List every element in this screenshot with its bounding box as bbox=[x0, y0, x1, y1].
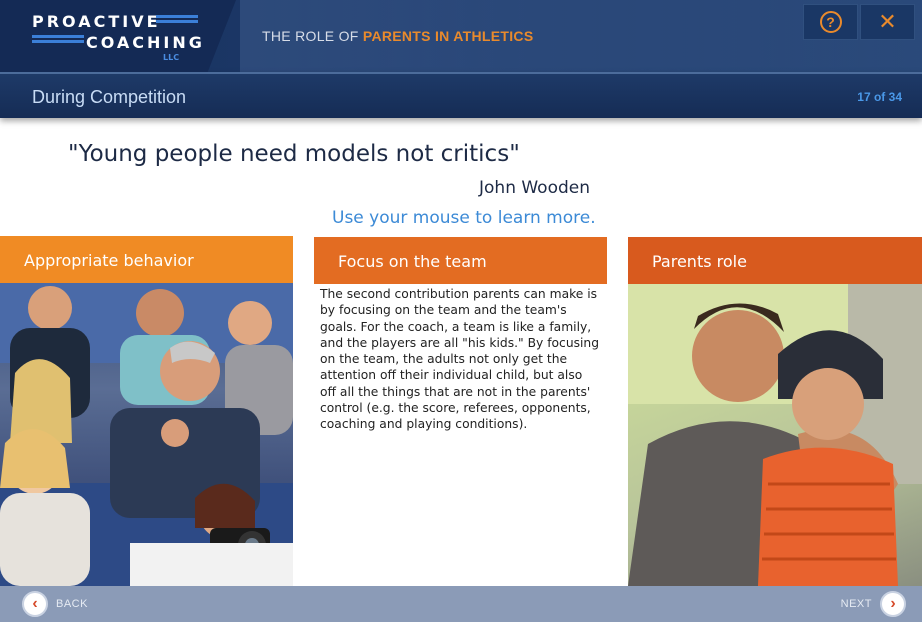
logo-text-proactive: PROACTIVE bbox=[32, 12, 161, 31]
logo-stripes-icon bbox=[32, 35, 84, 45]
section-bar: During Competition 17 of 34 bbox=[0, 72, 922, 118]
quote-text: "Young people need models not critics" bbox=[68, 141, 520, 167]
instruction-text: Use your mouse to learn more. bbox=[332, 208, 596, 228]
help-icon: ? bbox=[819, 11, 842, 33]
focus-on-team-panel: The second contribution parents can make… bbox=[314, 284, 607, 586]
help-button[interactable]: ? bbox=[803, 4, 858, 40]
father-son-illustration bbox=[628, 284, 922, 586]
course-title-accent: PARENTS IN ATHLETICS bbox=[362, 28, 534, 44]
next-label: NEXT bbox=[840, 598, 872, 610]
tab-appropriate-behavior[interactable]: Appropriate behavior bbox=[0, 236, 293, 284]
focus-on-team-text: The second contribution parents can make… bbox=[320, 287, 600, 432]
logo-text-llc: LLC bbox=[163, 53, 180, 62]
tab-focus-on-the-team[interactable]: Focus on the team bbox=[314, 237, 607, 285]
logo-text-coaching: COACHING bbox=[86, 33, 205, 52]
close-icon: ✕ bbox=[878, 9, 897, 34]
top-header: PROACTIVE COACHING LLC THE ROLE OF PAREN… bbox=[0, 0, 922, 72]
cheering-crowd-photo[interactable] bbox=[0, 283, 293, 586]
logo-stripes-icon bbox=[156, 15, 198, 25]
father-and-son-photo[interactable] bbox=[628, 284, 922, 586]
logo: PROACTIVE COACHING LLC bbox=[0, 0, 236, 72]
tab-parents-role[interactable]: Parents role bbox=[628, 237, 922, 285]
back-label: BACK bbox=[56, 598, 88, 610]
course-title-prefix: THE ROLE OF bbox=[262, 28, 363, 44]
chevron-left-icon: ‹ bbox=[22, 591, 48, 617]
back-button[interactable]: ‹ BACK bbox=[22, 590, 88, 618]
crowd-illustration bbox=[0, 283, 293, 586]
quote-author: John Wooden bbox=[479, 178, 591, 198]
close-button[interactable]: ✕ bbox=[860, 4, 915, 40]
chevron-right-icon: › bbox=[880, 591, 906, 617]
next-button[interactable]: NEXT › bbox=[841, 590, 906, 618]
section-title: During Competition bbox=[32, 87, 187, 107]
footer-nav: ‹ BACK NEXT › bbox=[0, 586, 922, 622]
course-title: THE ROLE OF PARENTS IN ATHLETICS bbox=[262, 28, 533, 44]
page-counter: 17 of 34 bbox=[857, 90, 902, 104]
